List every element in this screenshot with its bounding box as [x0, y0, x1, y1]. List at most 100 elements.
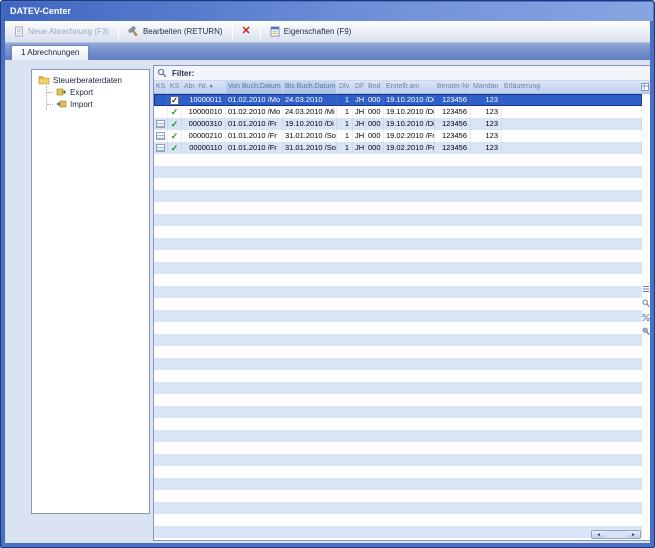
table-row[interactable]	[154, 262, 642, 274]
column-header-1[interactable]: KS	[168, 81, 182, 93]
zoom-icon[interactable]	[642, 298, 650, 308]
table-row[interactable]	[154, 514, 642, 526]
bearbeiten-button[interactable]: Bearbeiten (RETURN)	[122, 23, 229, 41]
list-icon[interactable]	[642, 284, 650, 294]
table-row[interactable]	[154, 298, 642, 310]
table-row[interactable]	[154, 202, 642, 214]
scroll-left-icon: ◄	[596, 532, 601, 538]
table-row[interactable]	[154, 526, 642, 538]
table-row[interactable]	[154, 238, 642, 250]
cell-dlv: 1	[337, 142, 353, 154]
column-header-4[interactable]: Bis Buch.Datum	[283, 81, 337, 93]
scroll-right-button[interactable]: ►	[627, 531, 640, 538]
table-row[interactable]	[154, 274, 642, 286]
table-row[interactable]: ✓1000001001.02.2010 /Mo24.03.2010 /Mi1JH…	[154, 106, 642, 118]
tree-item-import[interactable]: Import	[47, 98, 147, 110]
table-row[interactable]	[154, 490, 642, 502]
table-row[interactable]	[154, 406, 642, 418]
tab-abrechnungen[interactable]: 1 Abrechnungen	[11, 45, 89, 60]
sort-indicator-icon: ▼	[209, 84, 214, 90]
filter-bar[interactable]: Filter:	[154, 66, 650, 81]
filter-label: Filter:	[172, 69, 194, 78]
cell-erlaeuterung	[502, 130, 642, 142]
table-row[interactable]	[154, 418, 642, 430]
datev-center-window: DATEV-Center Neue Abrechnung (F3) Bearbe…	[0, 0, 655, 548]
cell-erstellt: 19.10.2010 /Di	[384, 118, 435, 130]
window-titlebar[interactable]: DATEV-Center	[2, 2, 653, 21]
folder-open-icon	[38, 75, 50, 85]
table-row[interactable]	[154, 358, 642, 370]
column-header-2[interactable]: Abr.-Nr.▼	[182, 81, 226, 93]
grid-side-toolbar	[642, 94, 650, 530]
cell-df: JH	[353, 130, 366, 142]
cell-bis: 24.03.2010 /Mi	[283, 106, 337, 118]
cell-df: JH	[353, 118, 366, 130]
search-icon[interactable]	[642, 326, 650, 336]
table-row[interactable]	[154, 478, 642, 490]
tree-children: Export Import	[46, 86, 147, 110]
cell-bed: 000	[366, 94, 384, 106]
column-header-6[interactable]: DF	[353, 81, 366, 93]
cell-dlv: 1	[337, 130, 353, 142]
table-row[interactable]	[154, 502, 642, 514]
delete-button[interactable]: ✕	[236, 23, 257, 41]
table-row[interactable]	[154, 466, 642, 478]
column-header-9[interactable]: Berater-Nr.	[435, 81, 471, 93]
cell-erstellt: 19.02.2010 /Fr	[384, 142, 435, 154]
table-row[interactable]	[154, 214, 642, 226]
table-row[interactable]	[154, 382, 642, 394]
table-row[interactable]	[154, 430, 642, 442]
table-row[interactable]	[154, 286, 642, 298]
tree-item-export[interactable]: Export	[47, 86, 147, 98]
table-row[interactable]	[154, 334, 642, 346]
column-header-11[interactable]: Erläuterung	[502, 81, 640, 93]
cell-mandant: 123	[471, 142, 502, 154]
tree-item-steuerberaterdaten[interactable]: Steuerberaterdaten	[34, 74, 147, 86]
table-row[interactable]	[154, 322, 642, 334]
table-row[interactable]	[154, 190, 642, 202]
table-row[interactable]	[154, 226, 642, 238]
table-row[interactable]	[154, 394, 642, 406]
cell-erlaeuterung	[502, 118, 642, 130]
table-row[interactable]: ✓0000031001.01.2010 /Fr19.10.2010 /Di1JH…	[154, 118, 642, 130]
table-row[interactable]	[154, 346, 642, 358]
cell-df: JH	[353, 142, 366, 154]
table-row[interactable]	[154, 178, 642, 190]
toolbar-separator	[232, 25, 233, 39]
table-row[interactable]	[154, 442, 642, 454]
window-body: Neue Abrechnung (F3) Bearbeiten (RETURN)…	[5, 21, 650, 543]
column-header-7[interactable]: Bed	[366, 81, 384, 93]
cell-bis: 31.01.2010 /So	[283, 130, 337, 142]
scroll-left-button[interactable]: ◄	[592, 531, 605, 538]
column-chooser-button[interactable]	[640, 81, 650, 93]
table-row[interactable]: ✓0000021001.01.2010 /Fr31.01.2010 /So1JH…	[154, 130, 642, 142]
table-row[interactable]	[154, 250, 642, 262]
cell-abr_nr: 00000310	[182, 118, 226, 130]
table-row[interactable]	[154, 310, 642, 322]
table-row[interactable]: ✓1000001101.02.2010 /Mo24.03.20101JH0001…	[154, 94, 642, 106]
eigenschaften-button[interactable]: Eigenschaften (F9)	[264, 23, 358, 41]
tree-item-label: Import	[70, 100, 93, 109]
cell-df: JH	[353, 94, 366, 106]
scrollbar-track[interactable]	[605, 531, 627, 538]
table-row[interactable]	[154, 370, 642, 382]
checkbox-checked-icon[interactable]: ✓	[170, 96, 179, 105]
cell-bis: 31.01.2010 /So	[283, 142, 337, 154]
horizontal-scrollbar[interactable]: ◄ ►	[591, 530, 641, 539]
table-row[interactable]	[154, 454, 642, 466]
percent-icon[interactable]	[642, 312, 650, 322]
cell-mandant: 123	[471, 94, 502, 106]
table-row[interactable]	[154, 154, 642, 166]
table-row[interactable]: ✓0000011001.01.2010 /Fr31.01.2010 /So1JH…	[154, 142, 642, 154]
neue-abrechnung-button[interactable]: Neue Abrechnung (F3)	[8, 23, 115, 41]
cell-erstellt: 19.02.2010 /Fr	[384, 130, 435, 142]
tree-connector	[47, 92, 53, 93]
navigation-tree-panel: Steuerberaterdaten Export	[31, 69, 150, 514]
column-header-0[interactable]: KS	[154, 81, 168, 93]
table-row[interactable]	[154, 166, 642, 178]
column-header-3[interactable]: Von Buch.Datum	[226, 81, 283, 93]
column-header-5[interactable]: Dlv.	[337, 81, 353, 93]
column-header-10[interactable]: Mandan	[471, 81, 502, 93]
grid-header: KSKSAbr.-Nr.▼Von Buch.DatumBis Buch.Datu…	[154, 81, 650, 94]
column-header-8[interactable]: Erstellt am	[384, 81, 435, 93]
